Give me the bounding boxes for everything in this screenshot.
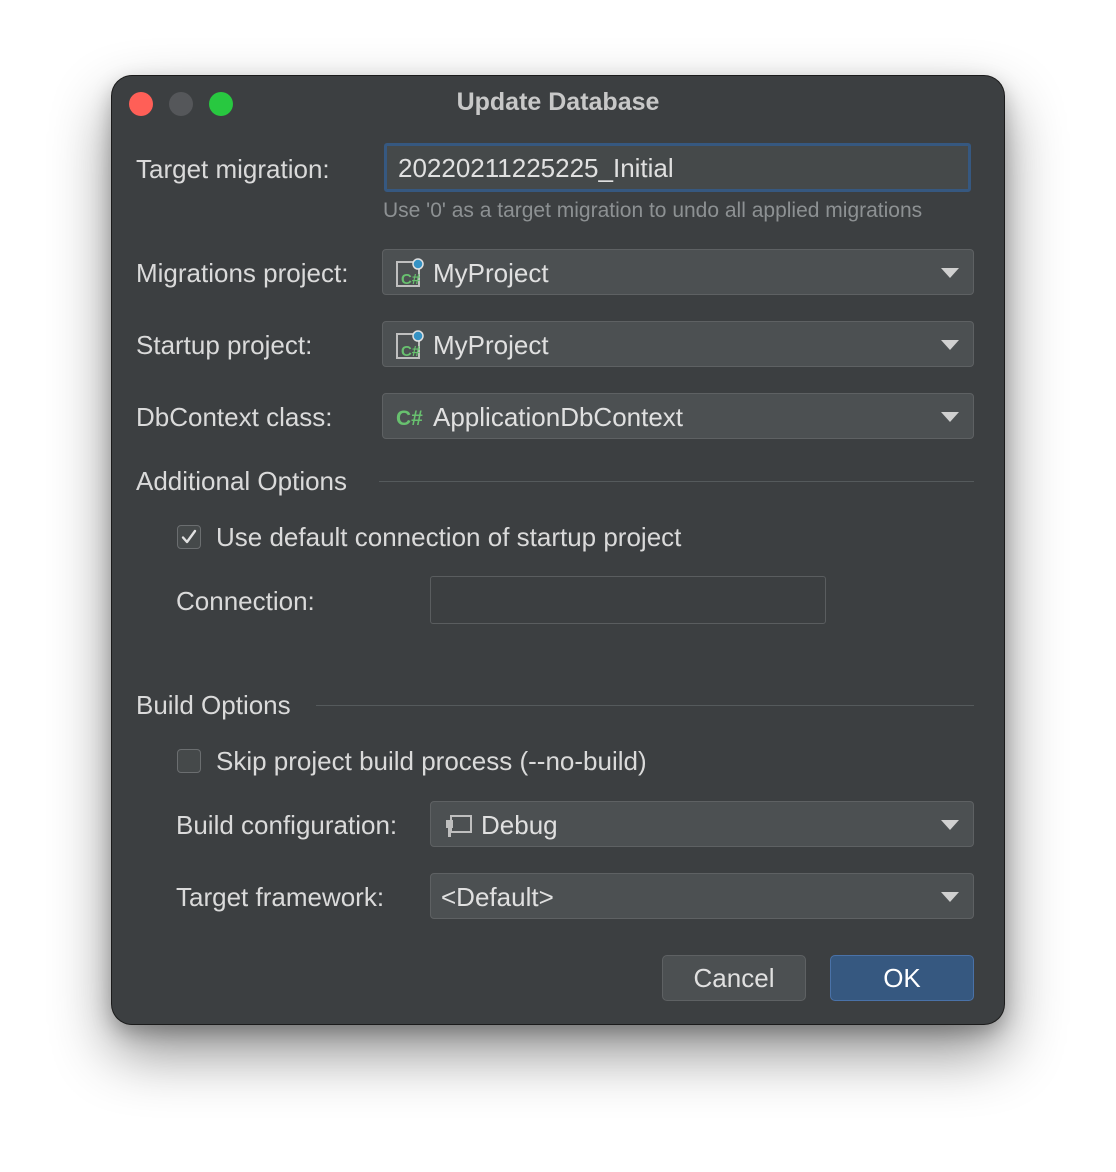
migrations-project-label: Migrations project: [136, 258, 349, 288]
migrations-project-dropdown[interactable]: C# MyProject [382, 249, 974, 295]
svg-text:C#: C# [401, 343, 421, 360]
build-options-heading: Build Options [136, 690, 291, 720]
section-divider [316, 705, 974, 706]
target-framework-dropdown[interactable]: <Default> [430, 873, 974, 919]
skip-build-label[interactable]: Skip project build process (--no-build) [216, 746, 647, 777]
target-migration-value: 20220211225225_Initial [398, 153, 674, 183]
update-database-dialog: Update Database Target migration: 202202… [112, 76, 1004, 1024]
target-migration-input[interactable]: 20220211225225_Initial [384, 143, 971, 192]
csharp-project-icon: C# [396, 330, 424, 360]
skip-build-checkbox[interactable] [177, 749, 201, 773]
chevron-down-icon [941, 268, 959, 278]
target-migration-label: Target migration: [136, 154, 330, 184]
chevron-down-icon [941, 412, 959, 422]
svg-text:C#: C# [401, 271, 421, 288]
section-divider [379, 481, 974, 482]
dialog-title: Update Database [456, 88, 660, 116]
build-configuration-icon [446, 815, 472, 837]
use-default-connection-checkbox[interactable] [177, 525, 201, 549]
chevron-down-icon [941, 340, 959, 350]
dbcontext-class-label: DbContext class: [136, 402, 333, 432]
csharp-class-icon: C# [396, 407, 423, 430]
startup-project-dropdown[interactable]: C# MyProject [382, 321, 974, 367]
checkmark-icon [181, 529, 197, 544]
chevron-down-icon [941, 892, 959, 902]
svg-text:C#: C# [396, 407, 423, 430]
chevron-down-icon [941, 820, 959, 830]
build-configuration-dropdown[interactable]: Debug [430, 801, 974, 847]
startup-project-value: MyProject [433, 330, 549, 360]
connection-input[interactable] [430, 576, 826, 624]
target-migration-hint: Use '0' as a target migration to undo al… [383, 199, 923, 222]
dbcontext-class-dropdown[interactable]: C# ApplicationDbContext [382, 393, 974, 439]
startup-project-label: Startup project: [136, 330, 313, 360]
cancel-button[interactable]: Cancel [662, 955, 806, 1001]
additional-options-heading: Additional Options [136, 466, 348, 496]
build-configuration-label: Build configuration: [176, 810, 398, 840]
target-framework-value: <Default> [441, 882, 554, 912]
migrations-project-value: MyProject [433, 258, 549, 288]
build-configuration-value: Debug [481, 810, 558, 840]
dbcontext-class-value: ApplicationDbContext [433, 402, 684, 432]
csharp-project-icon: C# [396, 258, 424, 288]
connection-label: Connection: [176, 586, 315, 616]
target-framework-label: Target framework: [176, 882, 385, 912]
use-default-connection-label[interactable]: Use default connection of startup projec… [216, 522, 681, 553]
ok-button[interactable]: OK [830, 955, 974, 1001]
